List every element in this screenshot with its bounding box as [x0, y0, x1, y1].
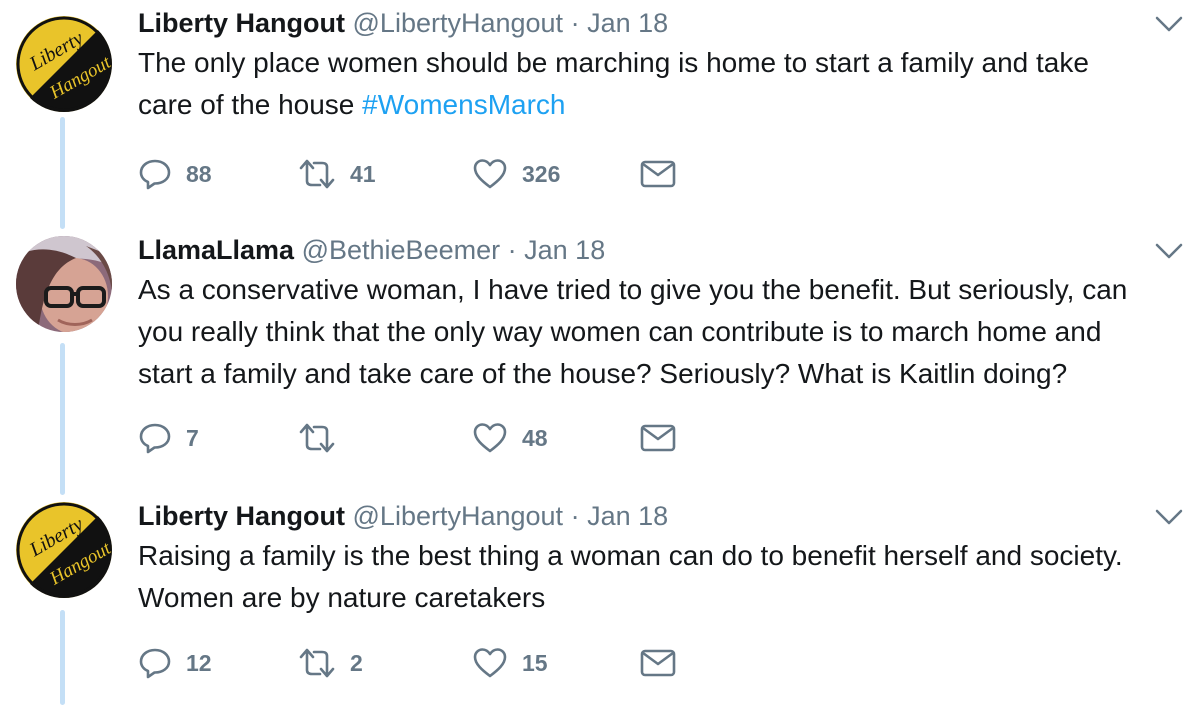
avatar-liberty-hangout[interactable]: Liberty Hangout: [16, 16, 112, 112]
tweet-text: Raising a family is the best thing a wom…: [138, 540, 1123, 613]
reply-icon: [139, 423, 171, 454]
display-name[interactable]: LlamaLlama: [138, 235, 294, 265]
retweet-count: 2: [350, 650, 363, 676]
avatar-llamallama[interactable]: [16, 236, 112, 332]
hashtag-link[interactable]: #WomensMarch: [362, 89, 565, 120]
thread-line-3: [60, 610, 65, 705]
like-button[interactable]: 15: [472, 643, 548, 683]
user-handle[interactable]: @LibertyHangout: [353, 501, 564, 531]
reply-button[interactable]: 88: [138, 154, 212, 194]
chevron-down-icon[interactable]: [1154, 507, 1184, 527]
retweet-button[interactable]: 2: [298, 643, 363, 683]
reply-button[interactable]: 12: [138, 643, 212, 683]
like-button[interactable]: 48: [472, 418, 548, 458]
like-count: 326: [522, 161, 561, 187]
tweet-1[interactable]: Liberty Hangout @LibertyHangout · Jan 18…: [138, 4, 1188, 190]
reply-icon: [139, 159, 171, 190]
retweet-icon: [299, 648, 335, 678]
tweet-2[interactable]: LlamaLlama @BethieBeemer · Jan 18 As a c…: [138, 231, 1188, 454]
retweet-icon: [299, 423, 335, 453]
user-handle[interactable]: @LibertyHangout: [353, 8, 564, 38]
reply-icon: [139, 648, 171, 679]
retweet-icon: [299, 159, 335, 189]
direct-message-button[interactable]: [640, 643, 676, 683]
like-count: 48: [522, 425, 548, 451]
reply-count: 88: [186, 161, 212, 187]
tweet-actions: 7 48: [138, 418, 698, 458]
display-name[interactable]: Liberty Hangout: [138, 8, 345, 38]
retweet-count: 41: [350, 161, 376, 187]
separator: ·: [507, 235, 517, 265]
tweet-actions: 88 41 326: [138, 154, 698, 194]
direct-message-icon: [640, 160, 676, 188]
tweet-header: Liberty Hangout @LibertyHangout · Jan 18: [138, 497, 1188, 535]
tweet-text: As a conservative woman, I have tried to…: [138, 274, 1128, 389]
tweet-text: The only place women should be marching …: [138, 47, 1089, 120]
like-count: 15: [522, 650, 548, 676]
like-icon: [473, 423, 507, 453]
tweet-actions: 12 2 15: [138, 643, 698, 683]
like-icon: [473, 648, 507, 678]
thread-line-1: [60, 117, 65, 229]
like-icon: [473, 159, 507, 189]
tweet-3[interactable]: Liberty Hangout @LibertyHangout · Jan 18…: [138, 497, 1188, 679]
tweet-header: Liberty Hangout @LibertyHangout · Jan 18: [138, 4, 1188, 42]
retweet-button[interactable]: 41: [298, 154, 376, 194]
direct-message-button[interactable]: [640, 418, 676, 458]
direct-message-icon: [640, 649, 676, 677]
direct-message-button[interactable]: [640, 154, 676, 194]
avatar-liberty-hangout[interactable]: Liberty Hangout: [16, 502, 112, 598]
chevron-down-icon[interactable]: [1154, 241, 1184, 261]
timestamp[interactable]: Jan 18: [524, 235, 605, 265]
chevron-down-icon[interactable]: [1154, 14, 1184, 34]
separator: ·: [570, 8, 580, 38]
reply-count: 12: [186, 650, 212, 676]
direct-message-icon: [640, 424, 676, 452]
tweet-header: LlamaLlama @BethieBeemer · Jan 18: [138, 231, 1188, 269]
retweet-button[interactable]: [298, 418, 350, 458]
reply-button[interactable]: 7: [138, 418, 199, 458]
timestamp[interactable]: Jan 18: [587, 501, 668, 531]
display-name[interactable]: Liberty Hangout: [138, 501, 345, 531]
separator: ·: [570, 501, 580, 531]
like-button[interactable]: 326: [472, 154, 560, 194]
reply-count: 7: [186, 425, 199, 451]
thread-line-2: [60, 343, 65, 495]
timestamp[interactable]: Jan 18: [587, 8, 668, 38]
user-handle[interactable]: @BethieBeemer: [302, 235, 501, 265]
